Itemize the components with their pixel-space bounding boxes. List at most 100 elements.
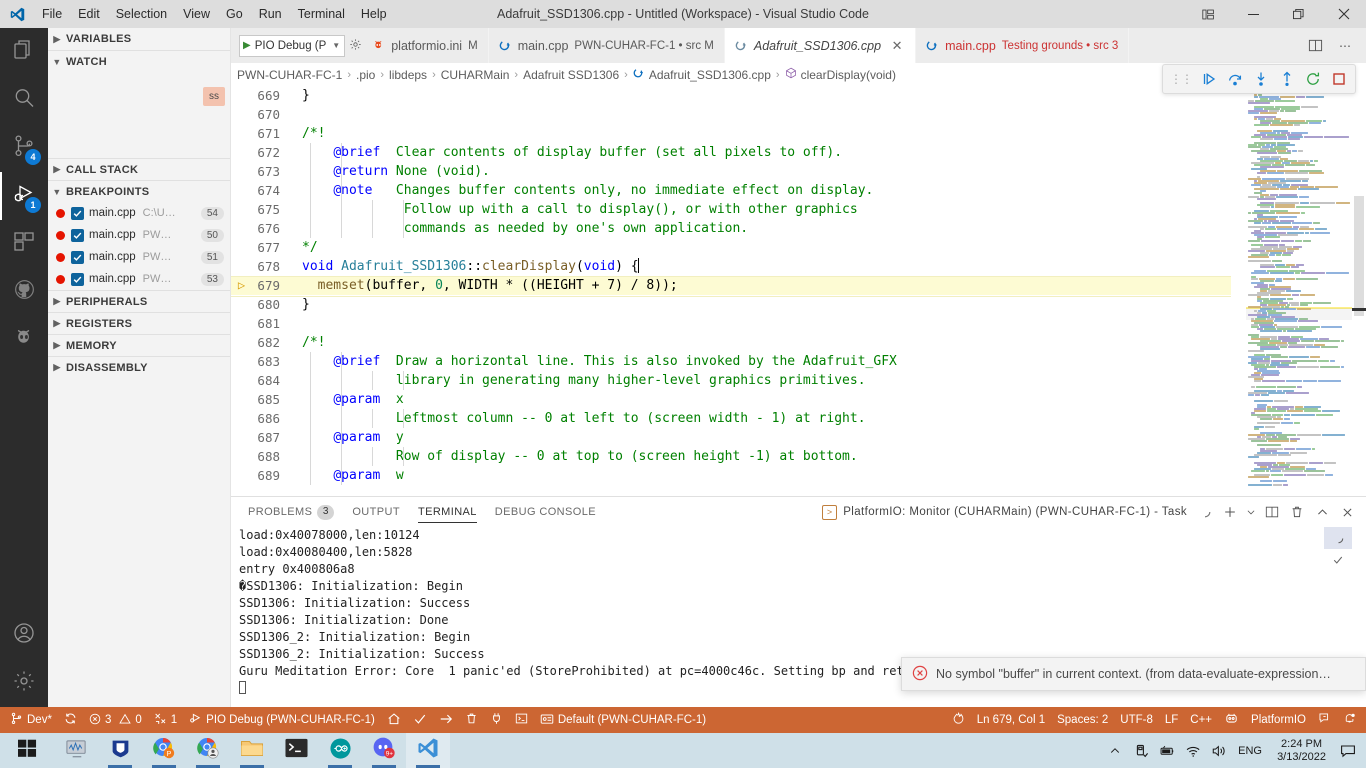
status-platformio[interactable]: PlatformIO — [1245, 707, 1312, 733]
breakpoint-row[interactable]: main.cpp C:\U… 54 — [48, 202, 230, 224]
menu-file[interactable]: File — [34, 0, 70, 28]
status-pio-serial-monitor[interactable] — [484, 707, 509, 733]
grip-icon[interactable]: ⋮⋮ — [1167, 72, 1195, 86]
editor-tab-main-cpp-testing[interactable]: main.cpp Testing grounds • src 3 — [916, 28, 1130, 63]
code-line[interactable]: 682 /*! — [231, 333, 1231, 352]
activity-item-search[interactable] — [0, 76, 48, 124]
taskbar-task-manager[interactable] — [54, 733, 98, 768]
restart-button[interactable] — [1301, 67, 1325, 91]
language-indicator[interactable]: ENG — [1233, 733, 1267, 768]
show-hidden-icons-button[interactable] — [1103, 733, 1127, 768]
status-indentation[interactable]: Spaces: 2 — [1051, 707, 1114, 733]
status-cursor-position[interactable]: Ln 679, Col 1 — [971, 707, 1051, 733]
code-line[interactable]: 674 @note Changes buffer contents only, … — [231, 181, 1231, 200]
start-button[interactable] — [0, 733, 54, 768]
sidebar-section-memory[interactable]: ▶ MEMORY — [48, 334, 230, 356]
trash-icon[interactable] — [1286, 501, 1308, 523]
sidebar-section-call-stack[interactable]: ▶ CALL STACK — [48, 158, 230, 180]
sidebar-section-peripherals[interactable]: ▶ PERIPHERALS — [48, 290, 230, 312]
breadcrumb-item-project[interactable]: PWN-CUHAR-FC-1 — [235, 68, 344, 82]
code-line[interactable]: 686 Leftmost column -- 0 at left to (scr… — [231, 409, 1231, 428]
minimap[interactable] — [1246, 86, 1352, 496]
breadcrumb-item-pio[interactable]: .pio — [354, 68, 377, 82]
status-platformio-flame[interactable] — [946, 707, 971, 733]
taskbar-vscode[interactable] — [406, 733, 450, 768]
status-live-share[interactable] — [1218, 707, 1245, 733]
activity-item-explorer[interactable] — [0, 28, 48, 76]
maximize-panel-button[interactable] — [1311, 501, 1333, 523]
continue-button[interactable] — [1197, 67, 1221, 91]
menu-help[interactable]: Help — [353, 0, 395, 28]
status-notifications[interactable] — [1337, 707, 1362, 733]
code-line[interactable]: 677 */ — [231, 238, 1231, 257]
step-over-button[interactable] — [1223, 67, 1247, 91]
code-line[interactable]: 685 @param x — [231, 390, 1231, 409]
editor-scroll-thumb[interactable] — [1354, 196, 1364, 316]
activity-item-run-and-debug[interactable]: 1 — [0, 172, 48, 220]
notification-toast[interactable]: No symbol "buffer" in current context. (… — [901, 657, 1366, 691]
activity-item-extensions[interactable] — [0, 220, 48, 268]
panel-tab-terminal[interactable]: TERMINAL — [409, 497, 486, 527]
split-terminal-button[interactable] — [1261, 501, 1283, 523]
sidebar-section-registers[interactable]: ▶ REGISTERS — [48, 312, 230, 334]
code-editor[interactable]: 669} 670 671 /*! 672 @brief Clear contents o… — [231, 86, 1366, 496]
status-problems[interactable]: 3 0 — [83, 707, 148, 733]
battery-icon[interactable] — [1155, 733, 1179, 768]
breadcrumb-item-file[interactable]: Adafruit_SSD1306.cpp — [631, 67, 773, 82]
taskbar-chrome-profile-user[interactable] — [186, 733, 230, 768]
taskbar-chrome-profile-p[interactable]: P — [142, 733, 186, 768]
code-line[interactable]: 681 — [231, 314, 1231, 333]
code-line[interactable]: 675 Follow up with a call to display(), … — [231, 200, 1231, 219]
code-line[interactable]: ▷ 679 memset(buffer, 0, WIDTH * ((HEIGHT … — [231, 276, 1231, 297]
launch-config-dropdown[interactable]: ▶ PIO Debug (P ▼ — [239, 34, 346, 57]
code-line[interactable]: 672 @brief Clear contents of display buf… — [231, 143, 1231, 162]
code-line[interactable]: 673 @return None (void). — [231, 162, 1231, 181]
editor-tab-adafruit-ssd1306-cpp[interactable]: Adafruit_SSD1306.cpp ✕ — [724, 28, 917, 63]
editor-scrollbar[interactable] — [1352, 86, 1366, 496]
code-line[interactable]: 683 @brief Draw a horizontal line. This … — [231, 352, 1231, 371]
customize-layout-icon[interactable] — [1186, 0, 1231, 28]
status-branch[interactable]: Dev* — [4, 707, 58, 733]
breakpoint-checkbox[interactable] — [71, 206, 84, 220]
breakpoint-row[interactable]: main.cpp PW… 51 — [48, 246, 230, 268]
launch-settings-gear-icon[interactable] — [349, 38, 362, 54]
code-line[interactable]: 688 Row of display -- 0 at top to (scree… — [231, 447, 1231, 466]
status-debug-config[interactable]: PIO Debug (PWN-CUHAR-FC-1) — [183, 707, 381, 733]
taskbar-clock[interactable]: 2:24 PM 3/13/2022 — [1269, 738, 1334, 764]
close-panel-button[interactable] — [1336, 501, 1358, 523]
menu-selection[interactable]: Selection — [108, 0, 175, 28]
breadcrumb-item-cuharmain[interactable]: CUHARMain — [439, 68, 512, 82]
status-pio-project-env[interactable]: Default (PWN-CUHAR-FC-1) — [534, 707, 712, 733]
taskbar-discord[interactable]: 9+ — [362, 733, 406, 768]
status-pio-upload[interactable] — [433, 707, 459, 733]
status-pio-home[interactable] — [381, 707, 407, 733]
menu-terminal[interactable]: Terminal — [290, 0, 353, 28]
wifi-icon[interactable] — [1181, 733, 1205, 768]
usb-icon[interactable] — [1129, 733, 1153, 768]
step-into-button[interactable] — [1249, 67, 1273, 91]
minimize-button[interactable] — [1231, 0, 1276, 28]
terminal-selector-dropdown[interactable]: > PlatformIO: Monitor (CUHARMain) (PWN-C… — [818, 501, 1191, 523]
activity-item-github[interactable] — [0, 268, 48, 316]
code-line[interactable]: 684 library in generating many higher-le… — [231, 371, 1231, 390]
status-eol[interactable]: LF — [1159, 707, 1184, 733]
status-ports[interactable]: 1 — [148, 707, 183, 733]
code-line[interactable]: 670 — [231, 105, 1231, 124]
speaker-icon[interactable] — [1207, 733, 1231, 768]
menu-go[interactable]: Go — [218, 0, 251, 28]
split-editor-icon[interactable] — [1302, 32, 1328, 60]
watch-expression-chip[interactable]: ss — [203, 87, 225, 106]
status-language-mode[interactable]: C++ — [1184, 707, 1218, 733]
breadcrumb-item-libdeps[interactable]: libdeps — [387, 68, 429, 82]
status-feedback[interactable] — [1312, 707, 1337, 733]
taskbar-file-explorer[interactable] — [230, 733, 274, 768]
breakpoint-checkbox[interactable] — [71, 228, 84, 242]
sidebar-section-watch[interactable]: ▼ WATCH — [48, 50, 230, 72]
stop-button[interactable] — [1327, 67, 1351, 91]
status-pio-new-terminal[interactable] — [509, 707, 534, 733]
close-button[interactable] — [1321, 0, 1366, 28]
code-line[interactable]: 671 /*! — [231, 124, 1231, 143]
activity-item-accounts[interactable] — [0, 611, 48, 659]
code-line[interactable]: 678 void Adafruit_SSD1306::clearDisplay(v… — [231, 257, 1231, 276]
breadcrumb-item-symbol[interactable]: clearDisplay(void) — [783, 67, 898, 82]
